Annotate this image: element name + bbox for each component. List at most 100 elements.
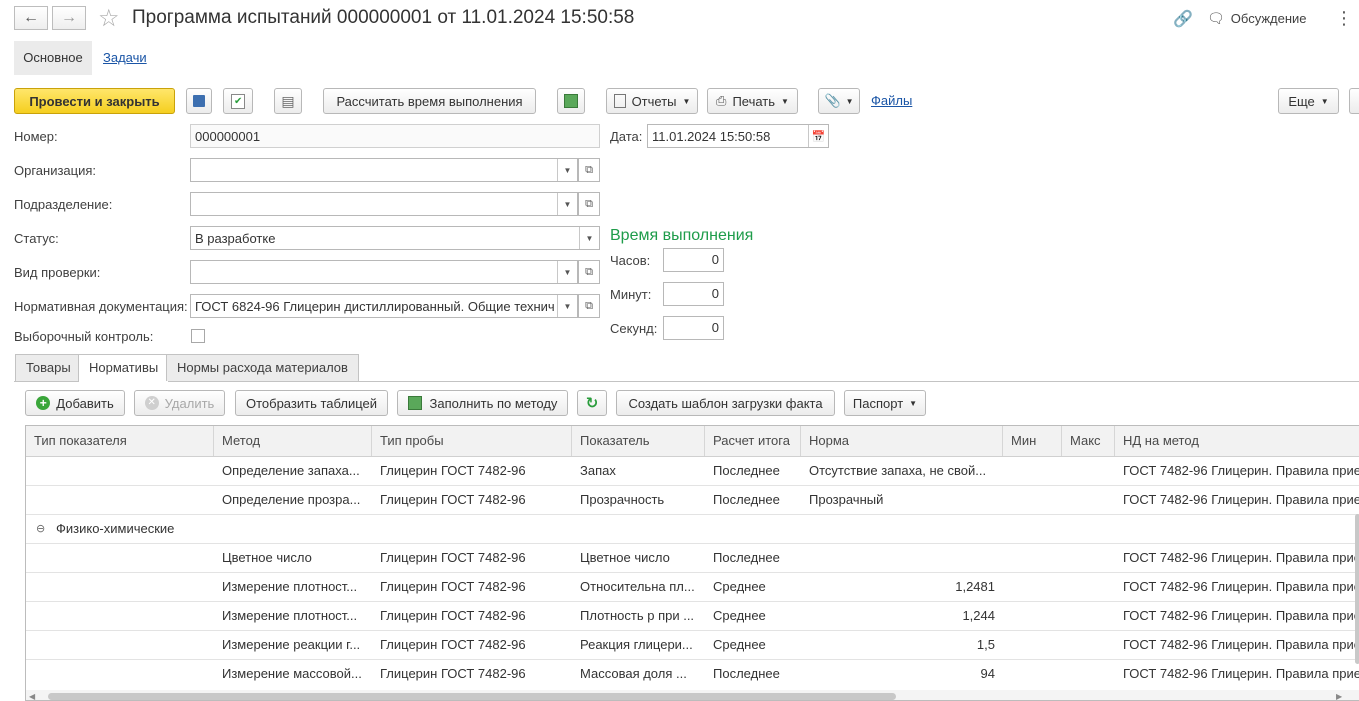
fill-by-method-button[interactable]: Заполнить по методу xyxy=(397,390,568,416)
create-template-button[interactable]: Создать шаблон загрузки факта xyxy=(616,390,835,416)
organization-field[interactable]: ▼ xyxy=(190,158,578,182)
cell-nd: ГОСТ 7482-96 Глицерин. Правила прие xyxy=(1123,492,1359,507)
scroll-right-icon[interactable]: ▶ xyxy=(1336,692,1342,700)
refresh-button[interactable]: ↻ xyxy=(577,390,607,416)
column-header[interactable]: Мин xyxy=(1003,426,1062,456)
dropdown-arrow-icon: ▼ xyxy=(909,398,918,408)
post-button[interactable]: ✔ xyxy=(223,88,253,114)
status-field[interactable]: В разработке ▼ xyxy=(190,226,600,250)
cell-nd: ГОСТ 7482-96 Глицерин. Правила прие xyxy=(1123,666,1359,681)
cell-nd: ГОСТ 7482-96 Глицерин. Правила прие xyxy=(1123,608,1359,623)
tab-goods[interactable]: Товары xyxy=(15,354,82,381)
sample-control-checkbox[interactable] xyxy=(191,329,205,343)
dropdown-arrow-icon[interactable]: ▼ xyxy=(579,227,599,249)
delete-row-button[interactable]: ✕ Удалить xyxy=(134,390,225,416)
files-link[interactable]: Файлы xyxy=(871,93,912,108)
normative-doc-field[interactable]: ГОСТ 6824-96 Глицерин дистиллированный. … xyxy=(190,294,578,318)
column-header[interactable]: Показатель xyxy=(572,426,705,456)
scroll-left-icon[interactable]: ◀ xyxy=(29,692,35,700)
cell-indicator: Запах xyxy=(580,463,616,478)
check-type-open-button[interactable]: ⧉ xyxy=(578,260,600,284)
column-header[interactable]: Норма xyxy=(801,426,1003,456)
table-row[interactable]: Цветное число Глицерин ГОСТ 7482-96 Цвет… xyxy=(26,544,1359,573)
cell-nd: ГОСТ 7482-96 Глицерин. Правила прие xyxy=(1123,550,1359,565)
dropdown-arrow-icon[interactable]: ▼ xyxy=(557,159,577,181)
department-field[interactable]: ▼ xyxy=(190,192,578,216)
column-header[interactable]: Расчет итога xyxy=(705,426,801,456)
list-icon: ▤ xyxy=(281,92,295,109)
chat-icon: 🗨 xyxy=(1207,10,1225,26)
table-header: Тип показателя Метод Тип пробы Показател… xyxy=(26,426,1359,457)
back-button[interactable]: ← xyxy=(14,6,48,30)
calculate-time-button[interactable]: Рассчитать время выполнения xyxy=(323,88,536,114)
scrollbar-thumb[interactable] xyxy=(48,693,896,700)
structure-icon xyxy=(564,94,578,108)
open-window-icon: ⧉ xyxy=(585,163,593,176)
minutes-input[interactable]: 0 xyxy=(663,282,724,306)
column-header[interactable]: Тип пробы xyxy=(372,426,572,456)
number-field[interactable]: 000000001 xyxy=(190,124,600,148)
table-row[interactable]: Измерение плотност... Глицерин ГОСТ 7482… xyxy=(26,602,1359,631)
organization-open-button[interactable]: ⧉ xyxy=(578,158,600,182)
number-label: Номер: xyxy=(14,129,58,144)
cell-indicator: Массовая доля ... xyxy=(580,666,687,681)
save-button[interactable] xyxy=(186,88,212,114)
delete-circle-icon: ✕ xyxy=(144,396,159,410)
sample-control-label: Выборочный контроль: xyxy=(14,329,154,344)
dropdown-arrow-icon[interactable]: ▼ xyxy=(557,193,577,215)
hours-input[interactable]: 0 xyxy=(663,248,724,272)
cell-indicator: Цветное число xyxy=(580,550,670,565)
table-row[interactable]: Определение прозра... Глицерин ГОСТ 7482… xyxy=(26,486,1359,515)
seconds-input[interactable]: 0 xyxy=(663,316,724,340)
column-header[interactable]: Макс xyxy=(1062,426,1115,456)
print-button[interactable]: ⎙ Печать ▼ xyxy=(707,88,798,114)
dropdown-arrow-icon[interactable]: ▼ xyxy=(557,261,577,283)
column-header[interactable]: Метод xyxy=(214,426,372,456)
cell-sample: Глицерин ГОСТ 7482-96 xyxy=(380,579,526,594)
tab-material-norms[interactable]: Нормы расхода материалов xyxy=(166,354,359,381)
reports-button[interactable]: Отчеты ▼ xyxy=(606,88,698,114)
vertical-scrollbar-thumb[interactable] xyxy=(1355,514,1359,664)
tab-normatives[interactable]: Нормативы xyxy=(78,354,170,382)
cell-calc: Последнее xyxy=(713,666,780,681)
show-as-table-button[interactable]: Отобразить таблицей xyxy=(235,390,388,416)
cell-calc: Последнее xyxy=(713,492,780,507)
help-button[interactable] xyxy=(1349,88,1359,114)
cell-calc: Среднее xyxy=(713,608,766,623)
department-open-button[interactable]: ⧉ xyxy=(578,192,600,216)
plus-circle-icon: + xyxy=(36,396,51,410)
table-row[interactable]: Измерение плотност... Глицерин ГОСТ 7482… xyxy=(26,573,1359,602)
table-row[interactable]: Определение запаха... Глицерин ГОСТ 7482… xyxy=(26,457,1359,486)
column-header[interactable]: Тип показателя xyxy=(26,426,214,456)
add-row-button[interactable]: + Добавить xyxy=(25,390,125,416)
structure-button[interactable] xyxy=(557,88,585,114)
passport-button[interactable]: Паспорт ▼ xyxy=(844,390,926,416)
more-button[interactable]: Еще ▼ xyxy=(1278,88,1339,114)
section-tab-main[interactable]: Основное xyxy=(14,41,92,75)
table-row[interactable]: Измерение массовой... Глицерин ГОСТ 7482… xyxy=(26,660,1359,689)
cell-indicator: Реакция глицери... xyxy=(580,637,693,652)
collapse-group-icon[interactable]: ⊖ xyxy=(36,515,46,543)
date-field[interactable]: 11.01.2024 15:50:58 📅 xyxy=(647,124,829,148)
more-menu-icon[interactable]: ⋮ xyxy=(1335,8,1353,29)
calendar-icon[interactable]: 📅 xyxy=(808,125,828,147)
star-icon[interactable]: ☆ xyxy=(98,4,120,33)
discussion-button[interactable]: 🗨 Обсуждение xyxy=(1207,10,1307,27)
printer-icon: ⎙ xyxy=(716,93,727,108)
dropdown-arrow-icon[interactable]: ▼ xyxy=(557,295,577,317)
fill-method-icon xyxy=(407,396,422,410)
post-and-close-button[interactable]: Провести и закрыть xyxy=(14,88,175,114)
check-type-field[interactable]: ▼ xyxy=(190,260,578,284)
cell-method: Измерение массовой... xyxy=(222,666,362,681)
section-tab-tasks[interactable]: Задачи xyxy=(103,50,147,65)
table-row[interactable]: Измерение реакции г... Глицерин ГОСТ 748… xyxy=(26,631,1359,660)
column-header[interactable]: НД на метод xyxy=(1115,426,1359,456)
normatives-table[interactable]: Тип показателя Метод Тип пробы Показател… xyxy=(25,425,1359,701)
group-row[interactable]: ⊖ Физико-химические xyxy=(26,515,1359,544)
forward-button[interactable]: → xyxy=(52,6,86,30)
horizontal-scrollbar[interactable]: ◀ ▶ xyxy=(26,690,1359,700)
document-list-button[interactable]: ▤ xyxy=(274,88,302,114)
attach-button[interactable]: 📎 ▼ xyxy=(818,88,860,114)
link-icon[interactable]: 🔗 xyxy=(1173,9,1193,29)
normative-doc-open-button[interactable]: ⧉ xyxy=(578,294,600,318)
